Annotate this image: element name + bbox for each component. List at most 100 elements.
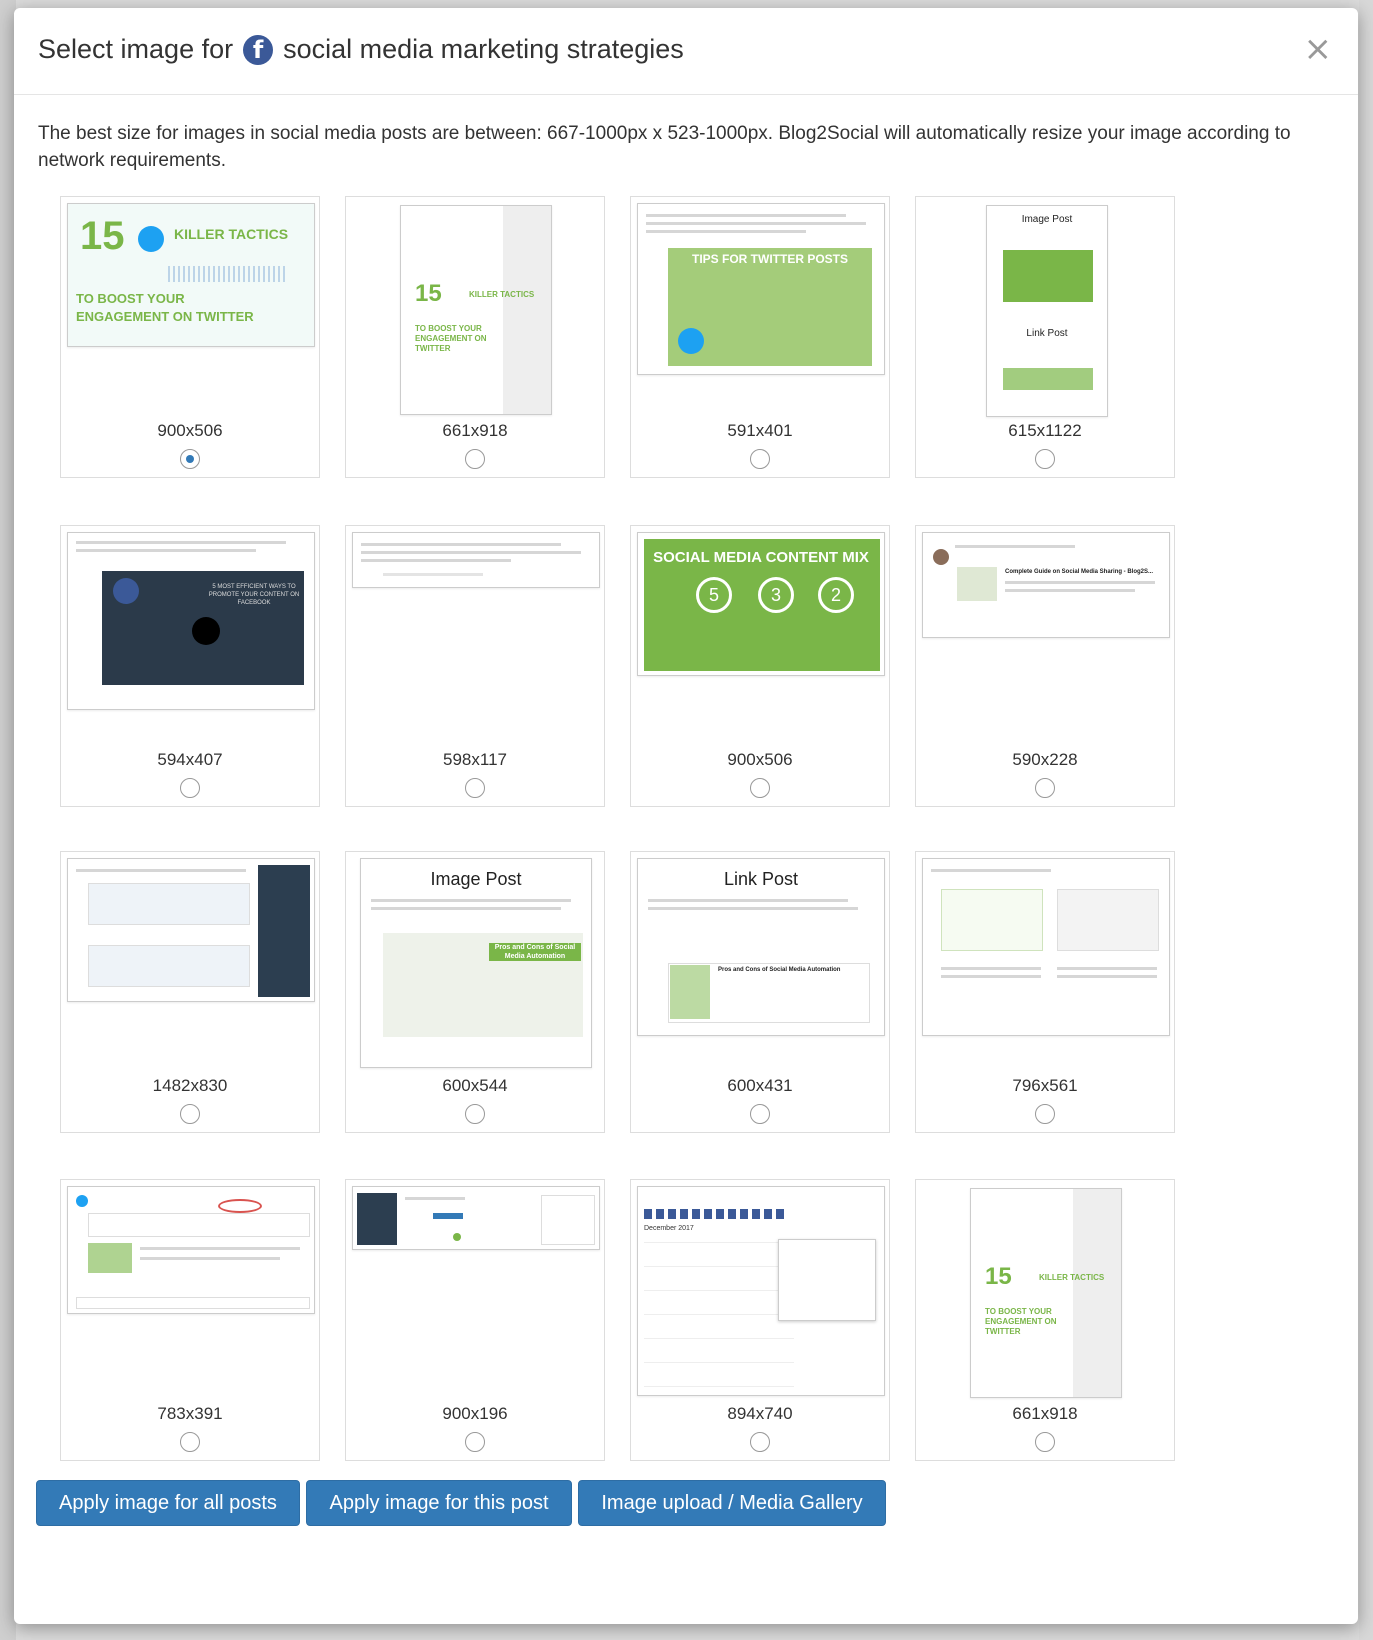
image-thumbnail[interactable] [922, 858, 1170, 1036]
image-thumbnail[interactable]: Image Post Link Post [986, 205, 1108, 417]
image-option[interactable]: SOCIAL MEDIA CONTENT MIX 5 3 2 900x506 [630, 525, 890, 807]
image-select-radio[interactable] [465, 449, 485, 469]
thumb-number: 15 [415, 280, 442, 307]
image-select-radio[interactable] [750, 1432, 770, 1452]
image-size-label: 783x391 [157, 1404, 223, 1423]
image-size-label: 661x918 [1012, 1404, 1078, 1423]
image-option[interactable]: Image Post Pros and Cons of Social Media… [345, 851, 605, 1133]
mix-number: 5 [696, 577, 732, 613]
text-line [371, 899, 571, 902]
text-line [1057, 975, 1157, 978]
image-size-info: The best size for images in social media… [38, 123, 1291, 171]
calendar-popup [778, 1239, 876, 1321]
image-option[interactable]: December 2017 894x740 [630, 1179, 890, 1461]
image-size-label: 598x117 [443, 750, 507, 769]
image-thumbnail[interactable] [67, 858, 315, 1002]
image-select-radio[interactable] [750, 778, 770, 798]
image-option[interactable]: 5 MOST EFFICIENT WAYS TO PROMOTE YOUR CO… [60, 525, 320, 807]
thumb-heading: KILLER TACTICS [469, 290, 535, 299]
status-dot [453, 1233, 461, 1241]
image-size-label: 615x1122 [1008, 421, 1082, 440]
image-size-label: 591x401 [727, 421, 793, 440]
image-thumbnail[interactable]: Link Post Pros and Cons of Social Media … [637, 858, 885, 1036]
image-option[interactable]: Image Post Link Post 615x1122 [915, 196, 1175, 478]
image-thumbnail[interactable]: Image Post Pros and Cons of Social Media… [360, 858, 592, 1068]
image-select-radio[interactable] [465, 1104, 485, 1124]
image-select-radio[interactable] [1035, 778, 1055, 798]
image-option[interactable]: 15 KILLER TACTICS TO BOOST YOUR ENGAGEME… [60, 196, 320, 478]
image-thumbnail[interactable]: Complete Guide on Social Media Sharing -… [922, 532, 1170, 638]
image-option[interactable]: 598x117 [345, 525, 605, 807]
background-right-edge [1359, 0, 1373, 1640]
text-line [648, 907, 858, 910]
sidebar-panel [258, 865, 310, 997]
image-thumbnail[interactable] [352, 1186, 600, 1250]
text-line [1005, 581, 1155, 584]
thumb-number: 15 [80, 214, 125, 258]
thumb-image [1003, 250, 1093, 302]
image-option[interactable]: Link Post Pros and Cons of Social Media … [630, 851, 890, 1133]
image-select-radio[interactable] [1035, 1104, 1055, 1124]
text-line [76, 869, 246, 872]
network-icons [644, 1209, 784, 1219]
image-thumbnail[interactable]: December 2017 [637, 1186, 885, 1396]
image-select-radio[interactable] [180, 449, 200, 469]
image-select-radio[interactable] [465, 778, 485, 798]
image-select-radio[interactable] [180, 1432, 200, 1452]
image-option[interactable]: 15 KILLER TACTICS TO BOOST YOUR ENGAGEME… [915, 1179, 1175, 1461]
image-select-radio[interactable] [1035, 449, 1055, 469]
mix-number: 2 [818, 577, 854, 613]
image-size-label: 600x431 [727, 1076, 793, 1095]
image-size-label: 600x544 [442, 1076, 508, 1095]
image-option[interactable]: 15 KILLER TACTICS TO BOOST YOUR ENGAGEME… [345, 196, 605, 478]
image-select-radio[interactable] [1035, 1432, 1055, 1452]
text-line [76, 541, 286, 544]
image-select-radio[interactable] [750, 449, 770, 469]
image-thumbnail[interactable] [352, 532, 600, 588]
image-size-label: 661x918 [442, 421, 508, 440]
facebook-icon: f [243, 34, 274, 65]
apply-all-posts-button[interactable]: Apply image for all posts [36, 1480, 300, 1526]
image-select-radio[interactable] [180, 1104, 200, 1124]
modal-header: Select image for f social media marketin… [14, 8, 1358, 95]
thumb-heading: TIPS FOR TWITTER POSTS [692, 252, 848, 266]
text-line [1057, 967, 1157, 970]
post-preview [941, 889, 1043, 951]
image-option[interactable]: TIPS FOR TWITTER POSTS 591x401 [630, 196, 890, 478]
image-thumbnail[interactable] [67, 1186, 315, 1314]
image-option[interactable]: 1482x830 [60, 851, 320, 1133]
text-line [955, 545, 1075, 548]
thumb-side-panel [503, 206, 551, 414]
thumb-heading: Complete Guide on Social Media Sharing -… [1005, 569, 1154, 575]
image-size-label: 894x740 [727, 1404, 793, 1423]
twitter-bird-icon [678, 328, 704, 354]
thumb-heading: SOCIAL MEDIA CONTENT MIX [653, 549, 869, 566]
facebook-icon [113, 578, 139, 604]
image-upload-button[interactable]: Image upload / Media Gallery [578, 1480, 886, 1526]
close-button[interactable]: × [1304, 32, 1333, 66]
image-select-radio[interactable] [750, 1104, 770, 1124]
image-thumbnail[interactable]: 5 MOST EFFICIENT WAYS TO PROMOTE YOUR CO… [67, 532, 315, 710]
image-option[interactable]: Complete Guide on Social Media Sharing -… [915, 525, 1175, 807]
image-option[interactable]: 783x391 [60, 1179, 320, 1461]
image-option[interactable]: 796x561 [915, 851, 1175, 1133]
image-option[interactable]: 900x196 [345, 1179, 605, 1461]
image-select-radio[interactable] [180, 778, 200, 798]
image-thumbnail[interactable]: 15 KILLER TACTICS TO BOOST YOUR ENGAGEME… [970, 1188, 1122, 1398]
thumb-subheading: Pros and Cons of Social Media Automation [489, 943, 581, 961]
text-line [76, 549, 256, 552]
image-thumbnail[interactable]: 15 KILLER TACTICS TO BOOST YOUR ENGAGEME… [67, 203, 315, 347]
text-line [140, 1257, 280, 1260]
thumb-subheading: Link Post [1026, 328, 1068, 339]
apply-this-post-button[interactable]: Apply image for this post [306, 1480, 572, 1526]
mix-number: 3 [758, 577, 794, 613]
dropdown-preview [76, 1297, 310, 1309]
image-select-radio[interactable] [465, 1432, 485, 1452]
image-thumbnail[interactable]: 15 KILLER TACTICS TO BOOST YOUR ENGAGEME… [400, 205, 552, 415]
sidebar-panel [357, 1193, 397, 1245]
thumb-heading: Image Post [1021, 214, 1073, 225]
thumb-number: 15 [985, 1263, 1012, 1290]
image-thumbnail[interactable]: TIPS FOR TWITTER POSTS [637, 203, 885, 375]
image-thumbnail[interactable]: SOCIAL MEDIA CONTENT MIX 5 3 2 [637, 532, 885, 676]
text-line [1005, 589, 1135, 592]
